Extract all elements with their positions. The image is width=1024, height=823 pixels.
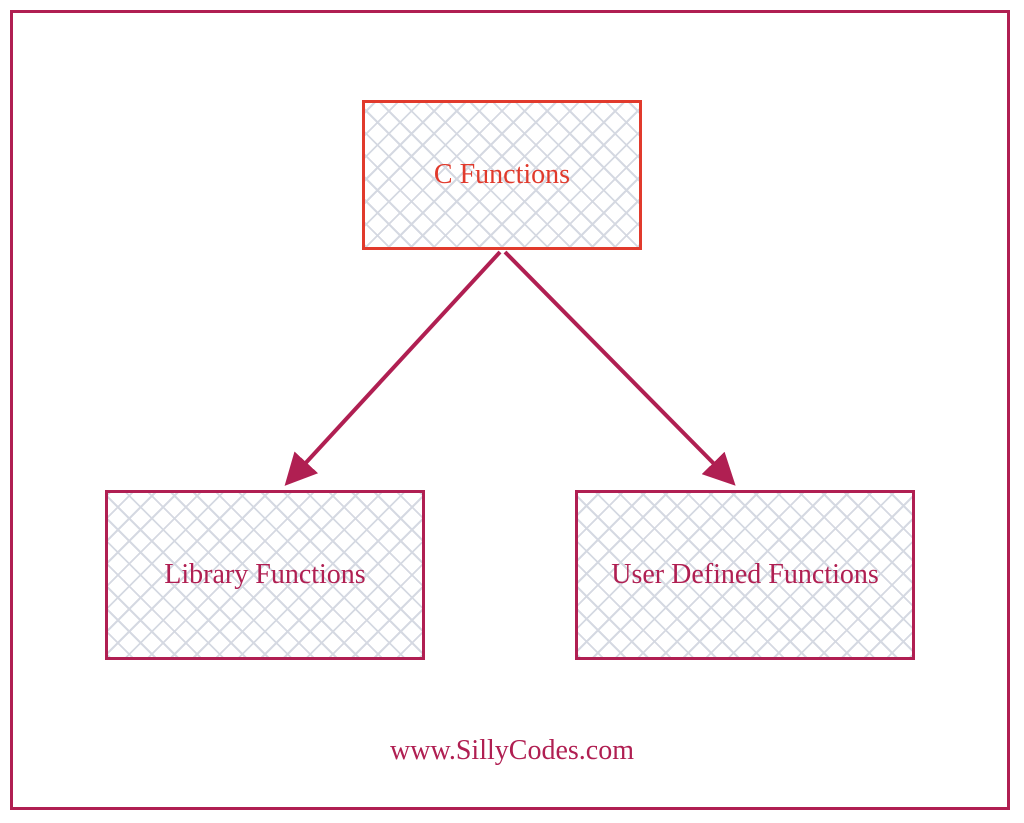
footer-text: www.SillyCodes.com — [390, 735, 634, 766]
root-node-label: C Functions — [434, 157, 570, 193]
right-child-node: User Defined Functions — [575, 490, 915, 660]
right-node-label: User Defined Functions — [611, 557, 879, 593]
root-node: C Functions — [362, 100, 642, 250]
left-node-label: Library Functions — [164, 557, 365, 593]
footer-attribution: www.SillyCodes.com — [0, 735, 1024, 767]
left-child-node: Library Functions — [105, 490, 425, 660]
